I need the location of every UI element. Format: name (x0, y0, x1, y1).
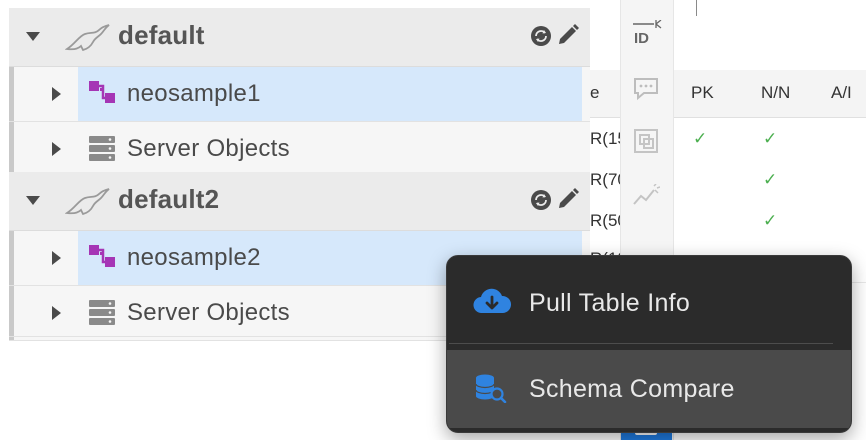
mysql-dolphin-icon (64, 22, 111, 57)
schema-icon (89, 81, 119, 112)
column-header-auto-increment[interactable]: A/I (831, 83, 852, 103)
id-icon[interactable]: ID (632, 19, 662, 53)
chevron-right-icon[interactable] (52, 87, 61, 101)
check-icon[interactable]: ✓ (763, 170, 777, 190)
check-icon[interactable]: ✓ (763, 211, 777, 231)
connection-name: default2 (118, 184, 220, 214)
chevron-down-icon[interactable] (26, 196, 40, 205)
schema-compare-icon (473, 373, 507, 408)
context-menu: Pull Table Info Schema Compare (446, 255, 852, 433)
svg-text:ID: ID (634, 30, 649, 47)
check-icon[interactable]: ✓ (693, 129, 707, 149)
server-icon (89, 300, 115, 331)
tree-item-label: Server Objects (127, 135, 290, 162)
server-icon (89, 136, 115, 167)
connection-row-default[interactable]: default (9, 8, 590, 67)
index-icon[interactable] (632, 127, 660, 160)
tree-item-neosample1[interactable]: neosample1 (9, 67, 590, 122)
menu-divider (449, 343, 833, 344)
cloud-download-icon (473, 287, 512, 322)
chevron-right-icon[interactable] (52, 142, 61, 156)
tree-item-label: Server Objects (127, 299, 290, 326)
column-header-not-null[interactable]: N/N (761, 83, 790, 103)
menu-item-pull-table-info[interactable]: Pull Table Info (447, 264, 851, 342)
menu-item-label: Pull Table Info (529, 289, 691, 317)
chevron-right-icon[interactable] (52, 306, 61, 320)
tree-item-label: neosample2 (127, 244, 261, 271)
edit-pencil-icon[interactable] (556, 23, 580, 52)
chevron-right-icon[interactable] (52, 251, 61, 265)
refresh-icon[interactable] (530, 189, 552, 216)
tree-item-server-objects[interactable]: Server Objects (9, 122, 590, 177)
chevron-down-icon[interactable] (26, 32, 40, 41)
connection-row-default2[interactable]: default2 (9, 172, 590, 231)
column-header-pk[interactable]: PK (691, 83, 714, 103)
tree-item-label: neosample1 (127, 80, 261, 107)
refresh-icon[interactable] (530, 25, 552, 52)
check-icon[interactable]: ✓ (763, 129, 777, 149)
comment-icon[interactable] (632, 76, 660, 107)
trigger-icon[interactable] (632, 183, 661, 213)
text-cursor (696, 0, 697, 16)
designer-topbar (672, 0, 866, 71)
column-header-type[interactable]: e (590, 83, 599, 103)
mysql-dolphin-icon (64, 186, 111, 221)
menu-item-label: Schema Compare (529, 375, 735, 403)
connection-name: default (118, 20, 205, 50)
schema-icon (89, 245, 119, 276)
menu-item-schema-compare[interactable]: Schema Compare (447, 350, 851, 428)
tree-rail (0, 0, 9, 440)
edit-pencil-icon[interactable] (556, 187, 580, 216)
